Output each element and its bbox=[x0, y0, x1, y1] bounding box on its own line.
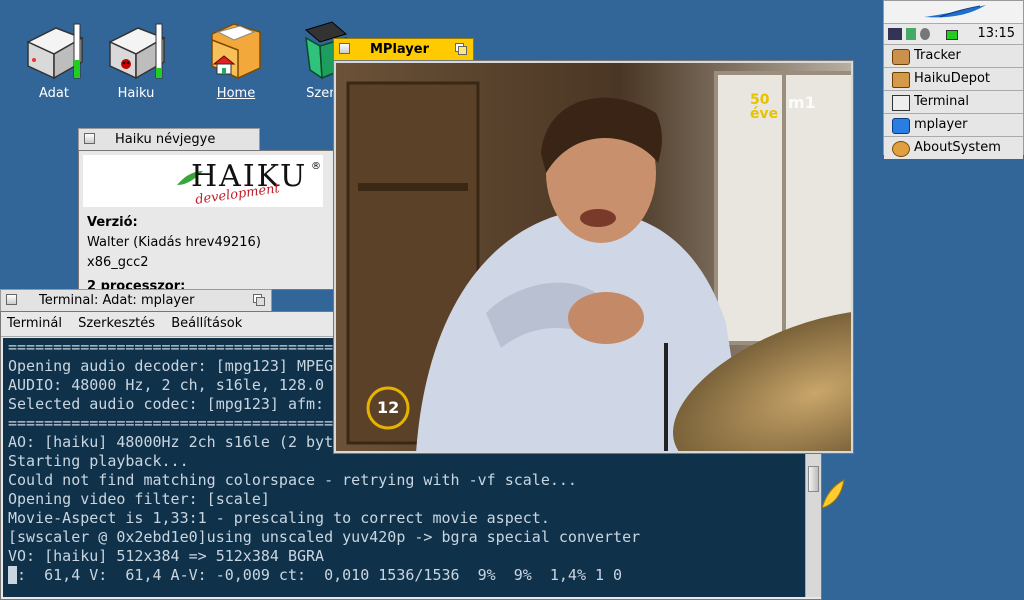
haiku-leaf-icon bbox=[821, 479, 845, 509]
status-text: : 61,4 V: 61,4 A-V: -0,009 ct: 0,010 153… bbox=[17, 566, 623, 584]
desktop-icon-label: Adat bbox=[39, 86, 69, 101]
terminal-icon bbox=[892, 95, 910, 111]
haiku-logo: HAIKU ® development bbox=[83, 155, 323, 208]
version-value: Walter (Kiadás hrev49216) bbox=[87, 235, 261, 250]
haikudepot-icon bbox=[892, 72, 910, 88]
terminal-line: Could not find matching colorspace - ret… bbox=[8, 471, 577, 489]
desktop-icon-home[interactable]: Home bbox=[196, 20, 276, 101]
logo-mark: ® bbox=[311, 161, 321, 172]
terminal-line: Movie-Aspect is 1,33:1 - prescaling to c… bbox=[8, 509, 550, 527]
mplayer-icon bbox=[892, 118, 910, 134]
menu-edit[interactable]: Szerkesztés bbox=[72, 312, 161, 335]
deskbar-clock[interactable]: 13:15 bbox=[978, 26, 1015, 41]
desktop-icon-haiku[interactable]: Haiku bbox=[96, 20, 176, 101]
deskbar-item-label: Tracker bbox=[914, 48, 961, 63]
about-window: HAIKU ® development Verzió: Walter (Kiad… bbox=[78, 150, 336, 294]
terminal-cursor bbox=[8, 566, 18, 584]
deskbar-item-terminal[interactable]: Terminal bbox=[884, 91, 1023, 114]
close-button[interactable] bbox=[84, 133, 95, 144]
arch-value: x86_gcc2 bbox=[87, 255, 149, 270]
terminal-line: Opening video filter: [scale] bbox=[8, 490, 270, 508]
deskbar-tray: 13:15 bbox=[884, 24, 1023, 45]
battery-icon[interactable] bbox=[946, 30, 958, 40]
age-rating-badge: 12 bbox=[377, 398, 400, 417]
deskbar-item-haikudepot[interactable]: HaikuDepot bbox=[884, 68, 1023, 91]
terminal-line: Starting playback... bbox=[8, 452, 189, 470]
terminal-status-line: : 61,4 V: 61,4 A-V: -0,009 ct: 0,010 153… bbox=[8, 566, 805, 585]
home-folder-icon bbox=[211, 23, 261, 80]
close-button[interactable] bbox=[339, 43, 350, 54]
deskbar-item-label: HaikuDepot bbox=[914, 71, 991, 86]
haiku-leaf-logo-icon bbox=[924, 5, 986, 18]
desktop-icon-label: Haiku bbox=[117, 86, 155, 101]
about-window-tab[interactable]: Haiku névjegye bbox=[78, 128, 260, 150]
deskbar-item-label: AboutSystem bbox=[914, 140, 1001, 155]
deskbar-item-mplayer[interactable]: mplayer bbox=[884, 114, 1023, 137]
tracker-icon bbox=[892, 49, 910, 65]
deskbar: 13:15 Tracker HaikuDepot Terminal mplaye… bbox=[883, 0, 1024, 159]
desktop-icon-adat[interactable]: Adat bbox=[14, 20, 94, 101]
terminal-window-tab[interactable]: Terminal: Adat: mplayer bbox=[0, 289, 272, 311]
deskbar-leaf-menu[interactable] bbox=[884, 1, 1023, 24]
channel-logo-50: 50 éve bbox=[750, 92, 779, 122]
deskbar-item-tracker[interactable]: Tracker bbox=[884, 45, 1023, 68]
menu-terminal[interactable]: Terminál bbox=[1, 312, 68, 335]
network-icon[interactable] bbox=[906, 28, 916, 40]
zoom-icon[interactable] bbox=[253, 294, 265, 306]
version-label: Verzió: bbox=[87, 215, 138, 230]
deskbar-item-label: mplayer bbox=[914, 117, 968, 132]
window-title: MPlayer bbox=[370, 42, 429, 57]
window-title: Haiku névjegye bbox=[115, 132, 216, 147]
zoom-icon[interactable] bbox=[455, 43, 467, 55]
boot-disk-icon bbox=[108, 23, 166, 80]
close-button[interactable] bbox=[6, 294, 17, 305]
video-frame[interactable]: 12 50 éve m1 bbox=[336, 63, 851, 451]
workspaces-icon[interactable] bbox=[888, 28, 902, 40]
media-icon[interactable] bbox=[920, 28, 930, 40]
window-title: Terminal: Adat: mplayer bbox=[39, 293, 195, 308]
terminal-line: [swscaler @ 0x2ebd1e0]using unscaled yuv… bbox=[8, 528, 641, 546]
terminal-line: VO: [haiku] 512x384 => 512x384 BGRA bbox=[8, 547, 325, 565]
menu-settings[interactable]: Beállítások bbox=[165, 312, 248, 335]
mplayer-window-tab[interactable]: MPlayer bbox=[333, 38, 474, 60]
desktop-icon-label: Home bbox=[216, 86, 256, 101]
deskbar-item-label: Terminal bbox=[914, 94, 969, 109]
channel-logo-m1: m1 bbox=[788, 93, 816, 112]
about-info: Verzió: Walter (Kiadás hrev49216) x86_gc… bbox=[87, 213, 261, 297]
aboutsystem-icon bbox=[892, 141, 910, 157]
mplayer-window: 12 50 éve m1 bbox=[333, 60, 854, 454]
deskbar-item-aboutsystem[interactable]: AboutSystem bbox=[884, 137, 1023, 159]
scrollbar-thumb[interactable] bbox=[808, 466, 819, 492]
disk-drive-icon bbox=[26, 23, 84, 80]
